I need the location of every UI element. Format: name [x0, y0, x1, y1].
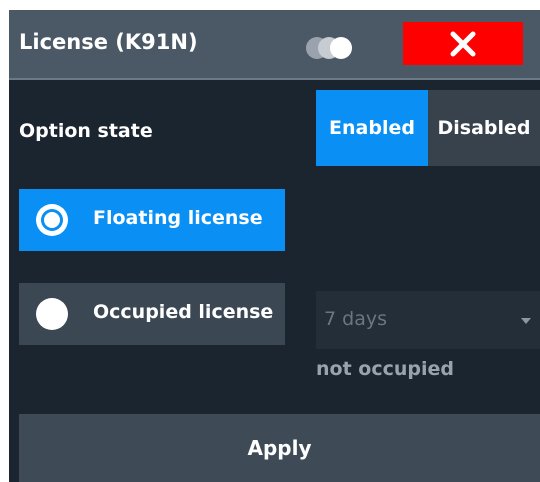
dialog-title: License (K91N)	[19, 30, 198, 54]
floating-license-label: Floating license	[93, 207, 263, 229]
dialog-titlebar: License (K91N)	[9, 10, 540, 80]
close-button[interactable]	[403, 22, 523, 65]
occupied-status-text: not occupied	[316, 358, 454, 380]
apply-button[interactable]: Apply	[19, 414, 540, 482]
radio-unselected-icon	[36, 298, 68, 330]
license-dialog: License (K91N) Option state Enabled Disa…	[9, 10, 540, 482]
occupied-license-radio[interactable]: Occupied license	[19, 283, 285, 345]
display-toggle-icon[interactable]	[305, 36, 363, 60]
close-x-icon	[450, 31, 476, 56]
dropdown-arrow-icon	[521, 318, 531, 324]
occupied-duration-value: 7 days	[324, 308, 387, 330]
radio-selected-icon	[36, 204, 68, 236]
option-state-label: Option state	[19, 120, 153, 142]
occupied-duration-dropdown[interactable]: 7 days	[316, 291, 540, 349]
floating-license-radio[interactable]: Floating license	[19, 189, 285, 251]
option-state-segmented-control: Enabled Disabled	[316, 90, 540, 166]
enabled-button[interactable]: Enabled	[316, 90, 428, 166]
disabled-button[interactable]: Disabled	[428, 90, 540, 166]
occupied-license-label: Occupied license	[93, 301, 274, 323]
